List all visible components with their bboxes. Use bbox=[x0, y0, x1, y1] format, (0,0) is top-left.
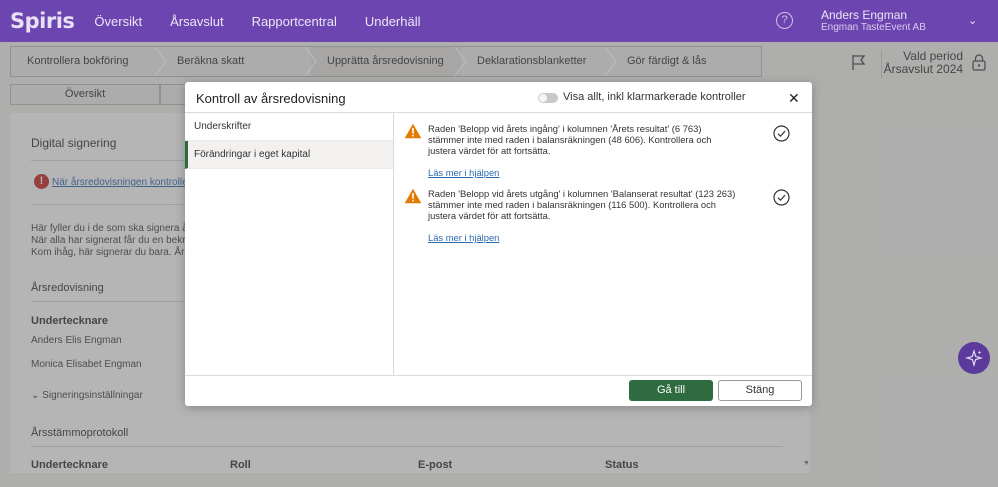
help-icon[interactable]: ? bbox=[776, 12, 793, 29]
dialog-content: Raden 'Belopp vid årets ingång' i kolumn… bbox=[395, 113, 812, 375]
chevron-separator-icon bbox=[305, 47, 317, 76]
sparkle-icon bbox=[964, 348, 984, 368]
dialog-sidebar: Underskrifter Förändringar i eget kapita… bbox=[185, 113, 394, 375]
nav-item-arsavslut[interactable]: Årsavslut bbox=[170, 14, 223, 29]
nav-item-rapportcentral[interactable]: Rapportcentral bbox=[252, 14, 337, 29]
chevron-separator-icon bbox=[605, 47, 617, 76]
sidebar-item-forandringar-eget-kapital[interactable]: Förändringar i eget kapital bbox=[185, 141, 393, 169]
nav-item-oversikt[interactable]: Översikt bbox=[94, 14, 142, 29]
issue-message: Raden 'Belopp vid årets utgång' i kolumn… bbox=[428, 188, 736, 221]
toggle-knob bbox=[539, 94, 547, 102]
issue-message: Raden 'Belopp vid årets ingång' i kolumn… bbox=[428, 123, 712, 156]
check-circle-icon[interactable] bbox=[773, 189, 790, 206]
chevron-down-icon[interactable]: ⌄ bbox=[968, 14, 977, 27]
chevron-separator-icon bbox=[455, 47, 467, 76]
go-to-button[interactable]: Gå till bbox=[629, 380, 713, 401]
user-name: Anders Engman bbox=[821, 8, 908, 22]
top-navigation-bar: Spiris Översikt Årsavslut Rapportcentral… bbox=[0, 0, 998, 42]
check-circle-icon[interactable] bbox=[773, 125, 790, 142]
dialog-title: Kontroll av årsredovisning bbox=[196, 91, 346, 106]
show-all-toggle[interactable] bbox=[538, 93, 558, 103]
spiris-logo[interactable]: Spiris bbox=[10, 9, 75, 33]
control-dialog: Kontroll av årsredovisning Visa allt, in… bbox=[185, 82, 812, 406]
sidebar-item-underskrifter[interactable]: Underskrifter bbox=[185, 113, 393, 141]
warning-icon bbox=[404, 123, 422, 139]
show-all-toggle-label[interactable]: Visa allt, inkl klarmarkerade kontroller bbox=[563, 91, 746, 103]
nav-item-underhall[interactable]: Underhäll bbox=[365, 14, 421, 29]
divider bbox=[185, 375, 812, 376]
close-icon[interactable]: ✕ bbox=[788, 90, 800, 107]
help-link[interactable]: Läs mer i hjälpen bbox=[428, 167, 499, 178]
chevron-separator-icon bbox=[155, 47, 167, 76]
close-button[interactable]: Stäng bbox=[718, 380, 802, 401]
user-company: Engman TasteEvent AB bbox=[821, 22, 926, 33]
main-nav: Översikt Årsavslut Rapportcentral Underh… bbox=[94, 14, 448, 29]
warning-icon bbox=[404, 188, 422, 204]
ai-assistant-button[interactable] bbox=[958, 342, 990, 374]
user-menu[interactable]: Anders Engman Engman TasteEvent AB bbox=[821, 9, 926, 34]
help-link[interactable]: Läs mer i hjälpen bbox=[428, 232, 499, 243]
